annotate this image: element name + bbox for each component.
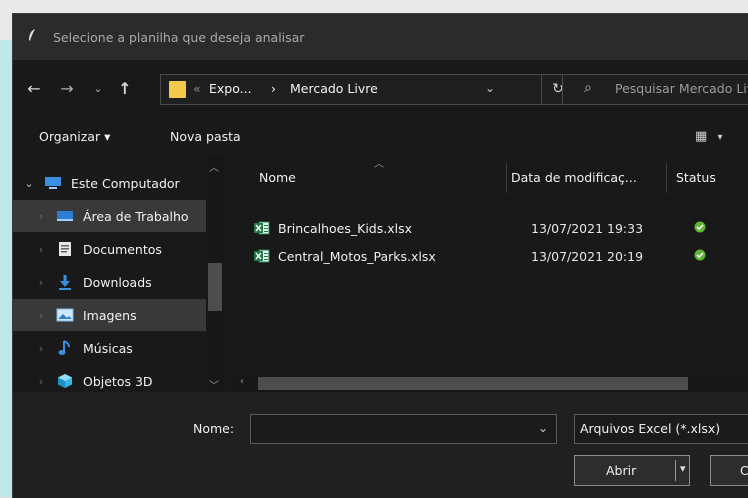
back-arrow-icon[interactable]: ← — [23, 78, 45, 100]
desktop-icon — [55, 208, 75, 224]
file-name: Brincalhoes_Kids.xlsx — [278, 220, 413, 236]
chevron-right-icon[interactable]: › — [31, 309, 51, 322]
column-divider[interactable] — [666, 163, 667, 193]
chevron-right-icon[interactable]: › — [31, 375, 51, 388]
navigation-pane: ⌄ Este Computador › Área de Trabalho › D… — [13, 155, 234, 392]
nav-item-downloads[interactable]: › Downloads — [13, 266, 206, 298]
column-header-date[interactable]: Data de modificaç... — [511, 155, 637, 199]
command-bar: Organizar ▾ Nova pasta ▦ ▾ — [13, 120, 748, 155]
open-split-divider — [675, 460, 676, 481]
excel-file-icon — [254, 249, 270, 263]
3d-objects-icon — [55, 373, 75, 389]
breadcrumb-separator: › — [271, 81, 276, 96]
file-row[interactable]: Central_Motos_Parks.xlsx 13/07/2021 20:1… — [254, 244, 748, 268]
address-row: ← → ⌄ ↑ « Expo... › Mercado Livre ⌄ ↻ ⌕ — [13, 60, 748, 120]
downloads-icon — [55, 274, 75, 290]
search-input[interactable] — [615, 81, 748, 96]
file-name-label: Nome: — [193, 421, 235, 436]
new-folder-button[interactable]: Nova pasta — [170, 129, 241, 144]
column-header-name[interactable]: Nome — [259, 155, 296, 199]
scroll-up-icon[interactable]: ︿ — [209, 159, 219, 174]
view-grid-icon: ▦ — [695, 129, 708, 144]
address-bar[interactable]: « Expo... › Mercado Livre ⌄ — [160, 74, 542, 105]
excel-file-icon — [254, 221, 270, 235]
scroll-down-icon[interactable]: ﹀ — [209, 377, 219, 392]
file-row[interactable]: Brincalhoes_Kids.xlsx 13/07/2021 19:33 — [254, 216, 748, 240]
folder-icon — [169, 81, 186, 98]
dialog-footer: Nome: ⌄ Arquivos Excel (*.xlsx) Abrir ▾ … — [13, 392, 748, 498]
nav-item-documentos[interactable]: › Documentos — [13, 233, 206, 265]
organize-button[interactable]: Organizar ▾ — [39, 129, 110, 144]
scroll-left-icon[interactable]: ‹ — [240, 376, 244, 387]
documents-icon — [55, 241, 75, 257]
computer-icon — [43, 175, 63, 191]
view-options-button[interactable]: ▦ ▾ — [695, 129, 722, 144]
file-name-combobox[interactable]: ⌄ — [250, 414, 557, 444]
open-button-label: Abrir — [606, 463, 637, 478]
sort-ascending-icon: ︿ — [374, 159, 384, 170]
cancel-button[interactable]: C — [710, 455, 748, 486]
breadcrumb-mercado-livre[interactable]: Mercado Livre — [290, 81, 378, 96]
file-type-filter-select[interactable]: Arquivos Excel (*.xlsx) — [574, 414, 748, 444]
file-date: 13/07/2021 20:19 — [531, 248, 644, 264]
column-header-status[interactable]: Status — [676, 155, 716, 199]
chevron-right-icon[interactable]: › — [31, 210, 51, 223]
nav-item-musicas[interactable]: › Músicas — [13, 332, 206, 364]
recent-locations-chevron-icon[interactable]: ⌄ — [89, 78, 107, 100]
open-button[interactable]: Abrir — [574, 455, 690, 486]
window-title: Selecione a planilha que deseja analisar — [53, 29, 305, 45]
chevron-down-icon[interactable]: ⌄ — [538, 421, 548, 435]
scrollbar-thumb[interactable] — [208, 263, 222, 311]
nav-pane-scrollbar[interactable]: ︿ ﹀ — [206, 155, 224, 392]
file-name: Central_Motos_Parks.xlsx — [278, 248, 436, 264]
nav-item-area-de-trabalho[interactable]: › Área de Trabalho — [13, 200, 206, 232]
feather-icon — [27, 28, 49, 46]
breadcrumb-overflow[interactable]: « — [193, 81, 201, 96]
chevron-right-icon[interactable]: › — [31, 243, 51, 256]
cancel-button-label: C — [740, 463, 748, 478]
chevron-down-icon: ▾ — [717, 132, 723, 143]
file-open-dialog: Selecione a planilha que deseja analisar… — [12, 13, 748, 498]
search-box[interactable]: ⌕ — [562, 74, 748, 105]
sync-status-check-icon — [694, 221, 714, 236]
search-icon: ⌕ — [584, 80, 592, 96]
chevron-right-icon[interactable]: › — [31, 342, 51, 355]
forward-arrow-icon[interactable]: → — [56, 78, 78, 100]
scrollbar-thumb[interactable] — [258, 377, 688, 390]
nav-item-imagens[interactable]: › Imagens — [13, 299, 206, 331]
open-options-dropdown-icon[interactable]: ▾ — [680, 462, 686, 475]
music-icon — [55, 340, 75, 356]
chevron-down-icon[interactable]: ⌄ — [19, 177, 39, 190]
breadcrumb-expo[interactable]: Expo... — [209, 81, 252, 96]
file-date: 13/07/2021 19:33 — [531, 220, 644, 236]
sync-status-check-icon — [694, 249, 714, 264]
chevron-right-icon[interactable]: › — [31, 276, 51, 289]
nav-item-este-computador[interactable]: ⌄ Este Computador — [13, 167, 206, 199]
address-dropdown-chevron-icon[interactable]: ⌄ — [485, 81, 495, 95]
file-name-input[interactable] — [257, 421, 527, 436]
up-arrow-icon[interactable]: ↑ — [114, 78, 136, 100]
file-list-horizontal-scrollbar[interactable]: ‹ — [234, 375, 748, 392]
file-list: ︿ Nome Data de modificaç... Status Brinc… — [234, 155, 748, 392]
pictures-icon — [55, 307, 75, 323]
title-bar[interactable]: Selecione a planilha que deseja analisar — [13, 14, 748, 60]
column-divider[interactable] — [506, 163, 507, 193]
